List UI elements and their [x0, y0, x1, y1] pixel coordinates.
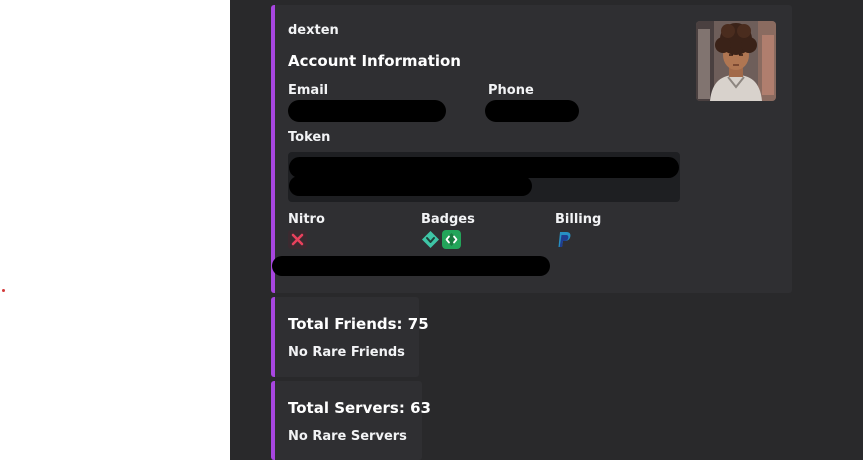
- footer-redaction: [272, 256, 550, 276]
- nitro-label: Nitro: [288, 212, 325, 227]
- token-label: Token: [288, 130, 331, 145]
- email-label: Email: [288, 83, 329, 98]
- friends-title: Total Friends: 75: [288, 315, 429, 333]
- badges-label: Badges: [421, 212, 475, 227]
- red-dot: [2, 289, 5, 292]
- servers-title: Total Servers: 63: [288, 399, 431, 417]
- billing-label: Billing: [555, 212, 602, 227]
- token-codeblock[interactable]: [288, 152, 680, 202]
- active-developer-icon: [442, 230, 461, 249]
- servers-embed: Total Servers: 63 No Rare Servers: [271, 381, 431, 460]
- friends-embed: Total Friends: 75 No Rare Friends: [271, 297, 429, 377]
- servers-subtitle: No Rare Servers: [288, 429, 407, 444]
- token-redaction-line-1: [289, 157, 679, 178]
- phone-label: Phone: [488, 83, 534, 98]
- embed-title: Account Information: [288, 52, 461, 70]
- phone-redaction: [485, 100, 579, 122]
- embed-author[interactable]: dexten: [288, 23, 339, 38]
- left-pane: [0, 0, 230, 460]
- paypal-icon: [555, 230, 574, 249]
- avatar[interactable]: [696, 21, 776, 101]
- token-redaction-line-2: [289, 176, 532, 196]
- hypesquad-icon: [421, 230, 440, 249]
- x-mark-icon: [288, 230, 307, 249]
- friends-subtitle: No Rare Friends: [288, 345, 405, 360]
- account-info-embed: dexten Account Information Email Phone T…: [271, 5, 792, 293]
- email-redaction: [288, 100, 446, 122]
- chat-area: dexten Account Information Email Phone T…: [230, 0, 863, 460]
